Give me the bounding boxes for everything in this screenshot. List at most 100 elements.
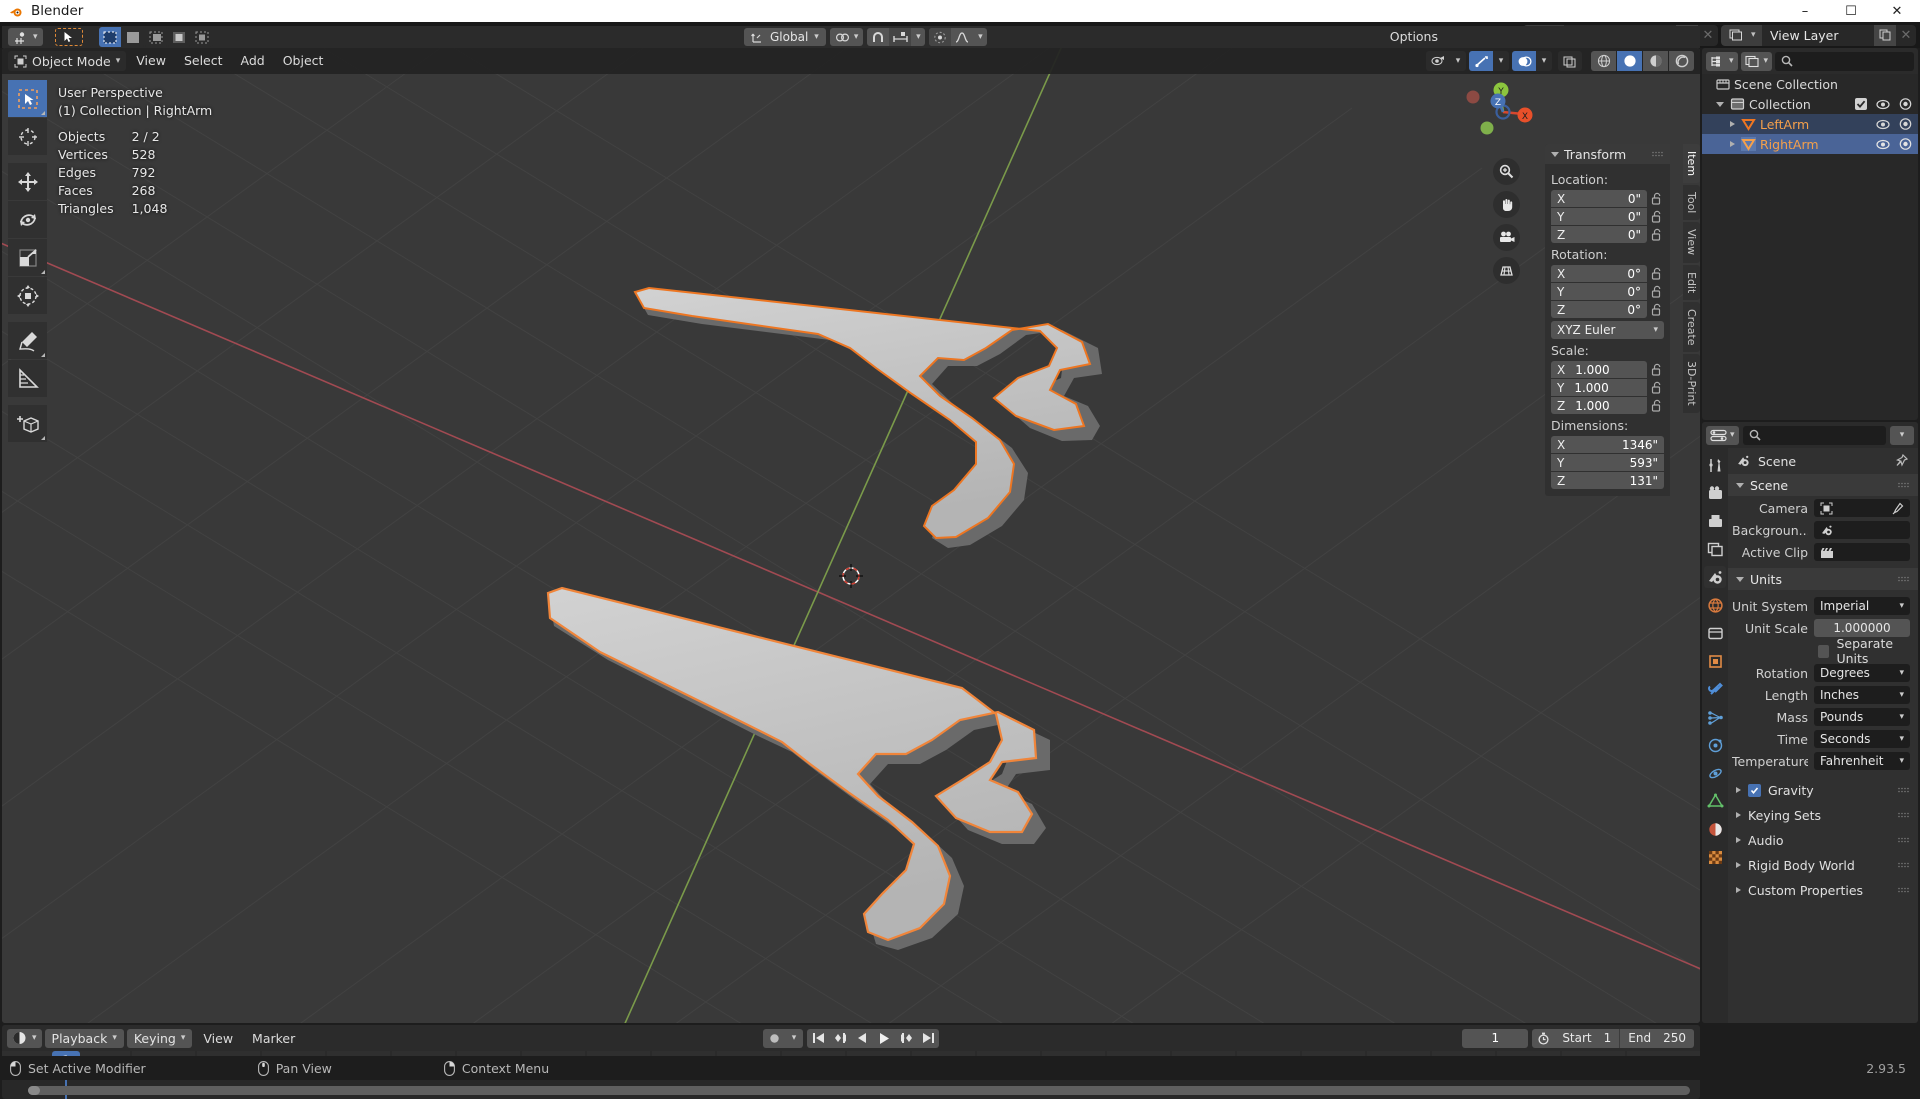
eye-icon[interactable]	[1876, 139, 1890, 150]
auto-keying-group[interactable]: ▾	[763, 1028, 803, 1048]
tool-move[interactable]	[8, 163, 47, 200]
unit-scale-field[interactable]: 1.000000	[1814, 619, 1910, 637]
chevron-down-icon[interactable]	[1716, 101, 1724, 107]
dimensions-y-row[interactable]: Y 593"	[1551, 454, 1664, 471]
sidebar-tab-edit[interactable]: Edit	[1683, 264, 1700, 300]
scale-x-row[interactable]: X 1.000	[1551, 361, 1664, 378]
location-y-value[interactable]: 0"	[1628, 210, 1641, 224]
scene-camera-field[interactable]	[1814, 499, 1910, 517]
tool-add-cube[interactable]	[8, 405, 47, 442]
panel-header-rigid-body-world[interactable]: Rigid Body World	[1728, 854, 1918, 876]
view-layer-selector[interactable]: ▾ View Layer ✕	[1721, 24, 1916, 46]
lock-open-icon[interactable]	[1651, 192, 1664, 206]
falloff-curve-icon[interactable]	[951, 31, 973, 44]
tool-rotate[interactable]	[8, 201, 47, 238]
shading-rendered-button[interactable]	[1669, 51, 1694, 71]
scene-background-field[interactable]	[1814, 521, 1910, 539]
camera-icon[interactable]	[1493, 224, 1520, 251]
properties-tab-particles[interactable]	[1704, 706, 1726, 728]
lock-open-icon[interactable]	[1651, 210, 1664, 224]
location-x-value[interactable]: 0"	[1628, 192, 1641, 206]
view-layer-name[interactable]: View Layer	[1762, 24, 1874, 46]
viewport-menu-object[interactable]: Object	[275, 51, 332, 71]
pivot-point-dropdown[interactable]: ▾	[829, 28, 864, 46]
chevron-right-icon[interactable]	[1730, 121, 1735, 127]
viewport-menu-view[interactable]: View	[128, 51, 174, 71]
unit-system-row[interactable]: Unit System Imperial ▾	[1728, 596, 1918, 616]
unit-system-dropdown[interactable]: Imperial ▾	[1814, 597, 1910, 615]
properties-options-dropdown[interactable]: ▾	[1890, 425, 1914, 445]
mass-units-dropdown[interactable]: Pounds ▾	[1814, 708, 1910, 726]
lock-open-icon[interactable]	[1651, 303, 1664, 317]
rotation-mode-dropdown[interactable]: XYZ Euler ▾	[1551, 321, 1664, 339]
viewport-menu-add[interactable]: Add	[233, 51, 273, 71]
panel-header-scene[interactable]: Scene	[1728, 474, 1918, 496]
properties-tab-output[interactable]	[1704, 510, 1726, 532]
3d-viewport[interactable]: Object Mode ▾ View Select Add Object ▾ ▾…	[2, 48, 1700, 1023]
temperature-units-dropdown[interactable]: Fahrenheit ▾	[1814, 752, 1910, 770]
eye-icon[interactable]	[1876, 99, 1890, 110]
new-view-layer-button[interactable]	[1874, 24, 1896, 46]
lock-open-icon[interactable]	[1651, 228, 1664, 242]
gizmo-dropdown-icon[interactable]: ▾	[1493, 51, 1509, 71]
auto-keying-icon[interactable]	[763, 1029, 785, 1048]
temperature-units-row[interactable]: Temperature Fahrenheit ▾	[1728, 751, 1918, 771]
snap-dropdown-icon[interactable]: ▾	[911, 32, 925, 42]
timeline-horizontal-scrollbar[interactable]	[28, 1086, 1690, 1095]
collection-checkbox[interactable]	[1855, 98, 1867, 110]
tool-measure[interactable]	[8, 360, 47, 397]
properties-tab-modifier[interactable]	[1704, 678, 1726, 700]
options-button[interactable]: Options	[1382, 27, 1446, 47]
panel-header-keying-sets[interactable]: Keying Sets	[1728, 804, 1918, 826]
visibility-dropdown-icon[interactable]: ▾	[1450, 51, 1466, 71]
sidebar-tab-item[interactable]: Item	[1683, 144, 1700, 184]
scene-active-clip-row[interactable]: Active Clip	[1728, 542, 1918, 562]
shading-solid-button[interactable]	[1617, 51, 1642, 71]
scale-y-value[interactable]: 1.000	[1574, 381, 1608, 395]
rotation-z-value[interactable]: 0°	[1627, 303, 1641, 317]
select-mode-invert-icon[interactable]	[167, 27, 190, 47]
properties-tab-object[interactable]	[1704, 650, 1726, 672]
properties-tab-physics[interactable]	[1704, 734, 1726, 756]
properties-tab-collection[interactable]	[1704, 622, 1726, 644]
overlays-icon[interactable]	[1512, 51, 1536, 71]
tool-tweak-select-box[interactable]	[8, 80, 47, 117]
current-frame-field[interactable]: 1	[1462, 1028, 1529, 1048]
editor-type-selector[interactable]: ▾	[8, 28, 43, 46]
properties-tab-data[interactable]	[1704, 790, 1726, 812]
select-mode-extend-icon[interactable]	[121, 27, 144, 47]
rotation-y-value[interactable]: 0°	[1627, 285, 1641, 299]
separate-units-row[interactable]: Separate Units	[1728, 636, 1918, 666]
properties-tab-view-layer[interactable]	[1704, 538, 1726, 560]
tool-scale[interactable]	[8, 239, 47, 276]
dimensions-z-row[interactable]: Z 131"	[1551, 472, 1664, 489]
outliner-row-rightarm[interactable]: RightArm	[1702, 134, 1918, 154]
length-units-dropdown[interactable]: Inches ▾	[1814, 686, 1910, 704]
dimensions-z-value[interactable]: 131"	[1630, 474, 1658, 488]
unit-scale-row[interactable]: Unit Scale 1.000000	[1728, 618, 1918, 638]
sidebar-tab-view[interactable]: View	[1683, 222, 1700, 263]
keying-menu[interactable]: Keying ▾	[126, 1028, 193, 1048]
gizmo-icon[interactable]	[1469, 51, 1493, 71]
chevron-right-icon[interactable]	[1730, 141, 1735, 147]
outliner-search-input[interactable]	[1775, 51, 1914, 71]
outliner-row-leftarm[interactable]: LeftArm	[1702, 114, 1918, 134]
sidebar-tab-create[interactable]: Create	[1683, 301, 1700, 353]
timeline-editor-type-dropdown[interactable]: ▾	[7, 1028, 42, 1048]
time-units-row[interactable]: Time Seconds ▾	[1728, 729, 1918, 749]
select-mode-subtract-icon[interactable]	[144, 27, 167, 47]
xray-icon[interactable]	[1558, 51, 1582, 71]
delete-scene-button[interactable]: ✕	[1698, 25, 1718, 46]
properties-tab-texture[interactable]	[1704, 846, 1726, 868]
rotation-x-value[interactable]: 0°	[1627, 267, 1641, 281]
location-z-value[interactable]: 0"	[1628, 228, 1641, 242]
properties-tab-scene[interactable]	[1704, 566, 1726, 588]
outliner-filter-dropdown[interactable]: ▾	[1740, 51, 1773, 71]
length-units-row[interactable]: Length Inches ▾	[1728, 685, 1918, 705]
auto-keying-dropdown-icon[interactable]: ▾	[785, 1029, 803, 1048]
snap-magnet-icon[interactable]	[867, 31, 889, 44]
end-frame-field[interactable]: End 250	[1619, 1028, 1694, 1048]
jump-next-keyframe-icon[interactable]	[895, 1029, 917, 1048]
interaction-mode-selector[interactable]: Object Mode ▾	[8, 51, 127, 71]
time-units-dropdown[interactable]: Seconds ▾	[1814, 730, 1910, 748]
